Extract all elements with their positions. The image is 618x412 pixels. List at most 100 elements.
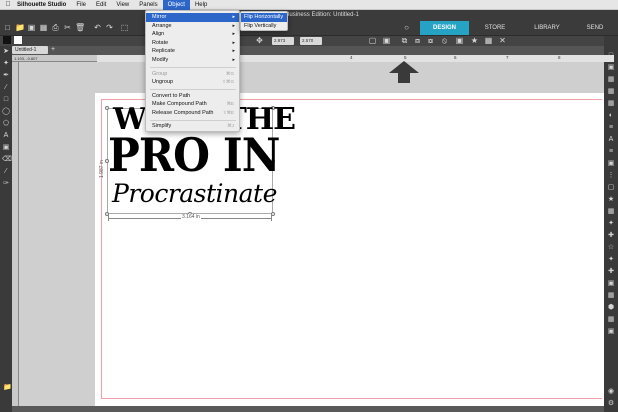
menu-item-group: Group ⌘G	[152, 70, 234, 77]
move-icon[interactable]: ✥	[255, 36, 264, 45]
menu-help[interactable]: Help	[190, 0, 212, 10]
undo-icon[interactable]: ↶	[93, 23, 102, 32]
artwork-line-2[interactable]: PRO IN	[108, 132, 280, 178]
text-style-icon[interactable]: ≡	[607, 148, 615, 156]
menu-item-mirror[interactable]: Mirror ▸	[146, 13, 239, 22]
artwork-line-3[interactable]: Procrastinate	[112, 181, 277, 207]
replicate-panel-icon[interactable]: ✦	[607, 220, 615, 228]
zoom-icon[interactable]: ○	[402, 23, 411, 32]
eyedropper-tool-icon[interactable]: ✑	[2, 180, 10, 188]
image-tool-icon[interactable]: ▣	[2, 144, 10, 152]
layers-icon[interactable]: ▣	[607, 280, 615, 288]
menu-item-flip-horizontally[interactable]: Flip Horizontally	[241, 13, 287, 22]
select-tool-icon[interactable]: ➤	[2, 48, 10, 56]
grid-icon[interactable]: ▦	[484, 36, 493, 45]
emboss-icon[interactable]: ⬢	[607, 304, 615, 312]
close-icon[interactable]: ✕	[498, 36, 507, 45]
fill-panel-icon[interactable]: ▦	[607, 100, 615, 108]
line-color-swatch[interactable]	[14, 36, 22, 44]
sketch-icon[interactable]: ✚	[607, 268, 615, 276]
tab-send[interactable]: SEND	[578, 21, 612, 35]
left-tool-panel: ➤ ✦ ✒ ∕ □ ◯ ⬠ A ▣ ⌫ ⁄ ✑	[0, 46, 12, 412]
grid-panel-icon[interactable]: ▦	[607, 88, 615, 96]
transparency-icon[interactable]: ◐	[607, 112, 615, 120]
shapes-icon[interactable]: ▣	[607, 328, 615, 336]
offset-panel-icon[interactable]: ▣	[607, 160, 615, 168]
rectangle-tool-icon[interactable]: □	[2, 96, 10, 104]
puzzle-icon[interactable]: ▦	[607, 316, 615, 324]
new-document-icon[interactable]: □	[3, 23, 12, 32]
line-tool-icon[interactable]: ∕	[2, 84, 10, 92]
trace-icon[interactable]: ▣	[455, 36, 464, 45]
menu-item-make-compound-path[interactable]: Make Compound Path ⌘E	[146, 100, 239, 109]
print-icon[interactable]: ⎙	[51, 23, 60, 32]
y-position-field[interactable]: 2.570	[300, 37, 322, 45]
text-tool-icon[interactable]: A	[2, 132, 10, 140]
library-icon[interactable]: ▦	[39, 23, 48, 32]
tab-store[interactable]: STORE	[478, 21, 512, 35]
window-title: o® Business Edition: Untitled-1	[276, 12, 359, 18]
rhinestone-icon[interactable]: ✦	[607, 256, 615, 264]
group-icon[interactable]: ⧈	[413, 36, 422, 45]
save-icon[interactable]: ▣	[27, 23, 36, 32]
document-tab-strip	[0, 46, 604, 55]
menu-item-ungroup[interactable]: Ungroup ⇧⌘G	[146, 78, 239, 87]
menu-object[interactable]: Object	[162, 0, 190, 10]
ellipse-tool-icon[interactable]: ◯	[2, 108, 10, 116]
eraser-tool-icon[interactable]: ⌫	[2, 156, 12, 164]
menu-edit[interactable]: Edit	[91, 0, 111, 10]
select-all-icon[interactable]: ⬚	[120, 23, 129, 32]
menu-file[interactable]: File	[71, 0, 91, 10]
app-window:  Silhouette Studio File Edit View Panel…	[0, 0, 618, 412]
menu-item-convert-to-path[interactable]: Convert to Path	[146, 92, 239, 101]
menu-item-release-compound-path[interactable]: Release Compound Path ⇧⌘E	[146, 109, 239, 118]
menu-item-arrange[interactable]: Arrange ▸	[146, 22, 239, 31]
star-icon[interactable]: ★	[470, 36, 479, 45]
menu-item-modify[interactable]: Modify ▸	[146, 56, 239, 65]
open-folder-icon[interactable]: 📁	[15, 23, 25, 32]
menu-item-rotate[interactable]: Rotate ▸	[146, 39, 239, 48]
trace-panel-icon[interactable]: ☆	[607, 244, 615, 252]
transform-panel-icon[interactable]: ▢	[607, 184, 615, 192]
apple-icon[interactable]: 	[4, 1, 12, 8]
star-panel-icon[interactable]: ★	[607, 196, 615, 204]
tab-design[interactable]: DESIGN	[420, 21, 469, 35]
offset-icon[interactable]: ⦸	[440, 36, 449, 45]
line-style-icon[interactable]: ≡	[607, 124, 615, 132]
fill-color-swatch[interactable]	[3, 36, 11, 44]
design-store-icon[interactable]: ▣	[607, 64, 615, 72]
redo-icon[interactable]: ↷	[105, 23, 114, 32]
menu-app-name[interactable]: Silhouette Studio	[12, 0, 71, 10]
scale-icon[interactable]: ▣	[382, 36, 391, 45]
help-icon[interactable]: ◉	[607, 388, 615, 396]
align-panel-icon[interactable]: ⋮	[607, 172, 615, 180]
selection-handle[interactable]	[105, 106, 109, 110]
modify-panel-icon[interactable]: ▦	[607, 208, 615, 216]
menu-item-simplify[interactable]: Simplify ⌘J	[146, 122, 239, 131]
knife-tool-icon[interactable]: ⁄	[2, 168, 10, 176]
point-edit-icon[interactable]: ✦	[2, 60, 10, 68]
menu-item-flip-vertically[interactable]: Flip Vertically	[241, 22, 287, 31]
cut-icon[interactable]: ✂	[63, 23, 72, 32]
menu-panels[interactable]: Panels	[134, 0, 162, 10]
polygon-tool-icon[interactable]: ⬠	[2, 120, 10, 128]
menu-separator	[150, 67, 236, 68]
menu-view[interactable]: View	[111, 0, 134, 10]
folder-icon[interactable]: 📁	[3, 384, 12, 392]
x-position-field[interactable]: 2.973	[272, 37, 294, 45]
text-panel-icon[interactable]: A	[607, 136, 615, 144]
document-tab[interactable]: Untitled-1	[12, 46, 48, 54]
menu-item-align[interactable]: Align ▸	[146, 30, 239, 39]
settings-icon[interactable]: ⚙	[607, 400, 615, 408]
knife-panel-icon[interactable]: ✚	[607, 232, 615, 240]
tab-library[interactable]: LIBRARY	[527, 21, 567, 35]
menu-item-replicate[interactable]: Replicate ▸	[146, 47, 239, 56]
weld-icon[interactable]: ⧉	[400, 36, 409, 45]
nesting-icon[interactable]: ▦	[607, 292, 615, 300]
trash-icon[interactable]: 🗑	[75, 23, 85, 32]
new-tab-icon[interactable]: +	[49, 46, 57, 54]
transform-icon[interactable]: ▢	[368, 36, 377, 45]
library-panel-icon[interactable]: ▦	[607, 76, 615, 84]
ungroup-icon[interactable]: ⧇	[426, 36, 435, 45]
pen-tool-icon[interactable]: ✒	[2, 72, 10, 80]
